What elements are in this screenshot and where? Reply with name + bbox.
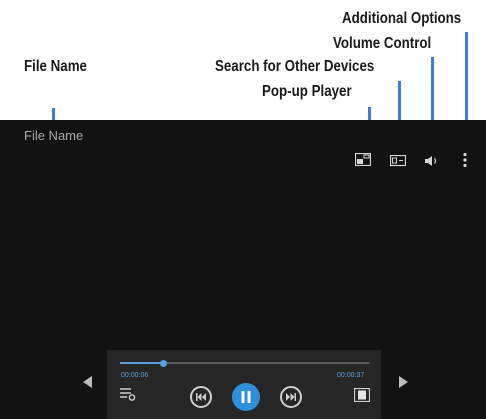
play-pause-button[interactable] <box>232 383 260 411</box>
total-time: 00:00:37 <box>337 372 365 379</box>
popup-player-icon[interactable] <box>354 152 372 171</box>
next-button[interactable] <box>280 386 302 408</box>
progress-fill <box>120 362 163 364</box>
callout-additional-options: Additional Options <box>342 10 462 27</box>
next-icon <box>286 393 296 401</box>
callout-popup-player: Pop-up Player <box>262 83 352 100</box>
search-devices-icon[interactable] <box>389 154 407 172</box>
previous-file-arrow-icon[interactable] <box>83 376 92 388</box>
callout-search-devices: Search for Other Devices <box>215 58 375 75</box>
next-file-arrow-icon[interactable] <box>399 376 408 388</box>
previous-icon <box>196 393 206 401</box>
progress-bar[interactable] <box>120 359 370 367</box>
previous-button[interactable] <box>190 386 212 408</box>
volume-icon[interactable] <box>424 154 440 172</box>
progress-thumb[interactable] <box>160 359 167 367</box>
file-name-label: File Name <box>24 128 84 143</box>
pause-icon <box>241 391 251 403</box>
callout-volume-control: Volume Control <box>333 35 432 52</box>
screen-ratio-icon[interactable] <box>353 387 371 407</box>
more-options-icon[interactable] <box>462 152 468 173</box>
playlist-settings-icon[interactable] <box>120 387 136 406</box>
callout-file-name: File Name <box>24 58 87 75</box>
elapsed-time: 00:00:06 <box>121 372 149 379</box>
